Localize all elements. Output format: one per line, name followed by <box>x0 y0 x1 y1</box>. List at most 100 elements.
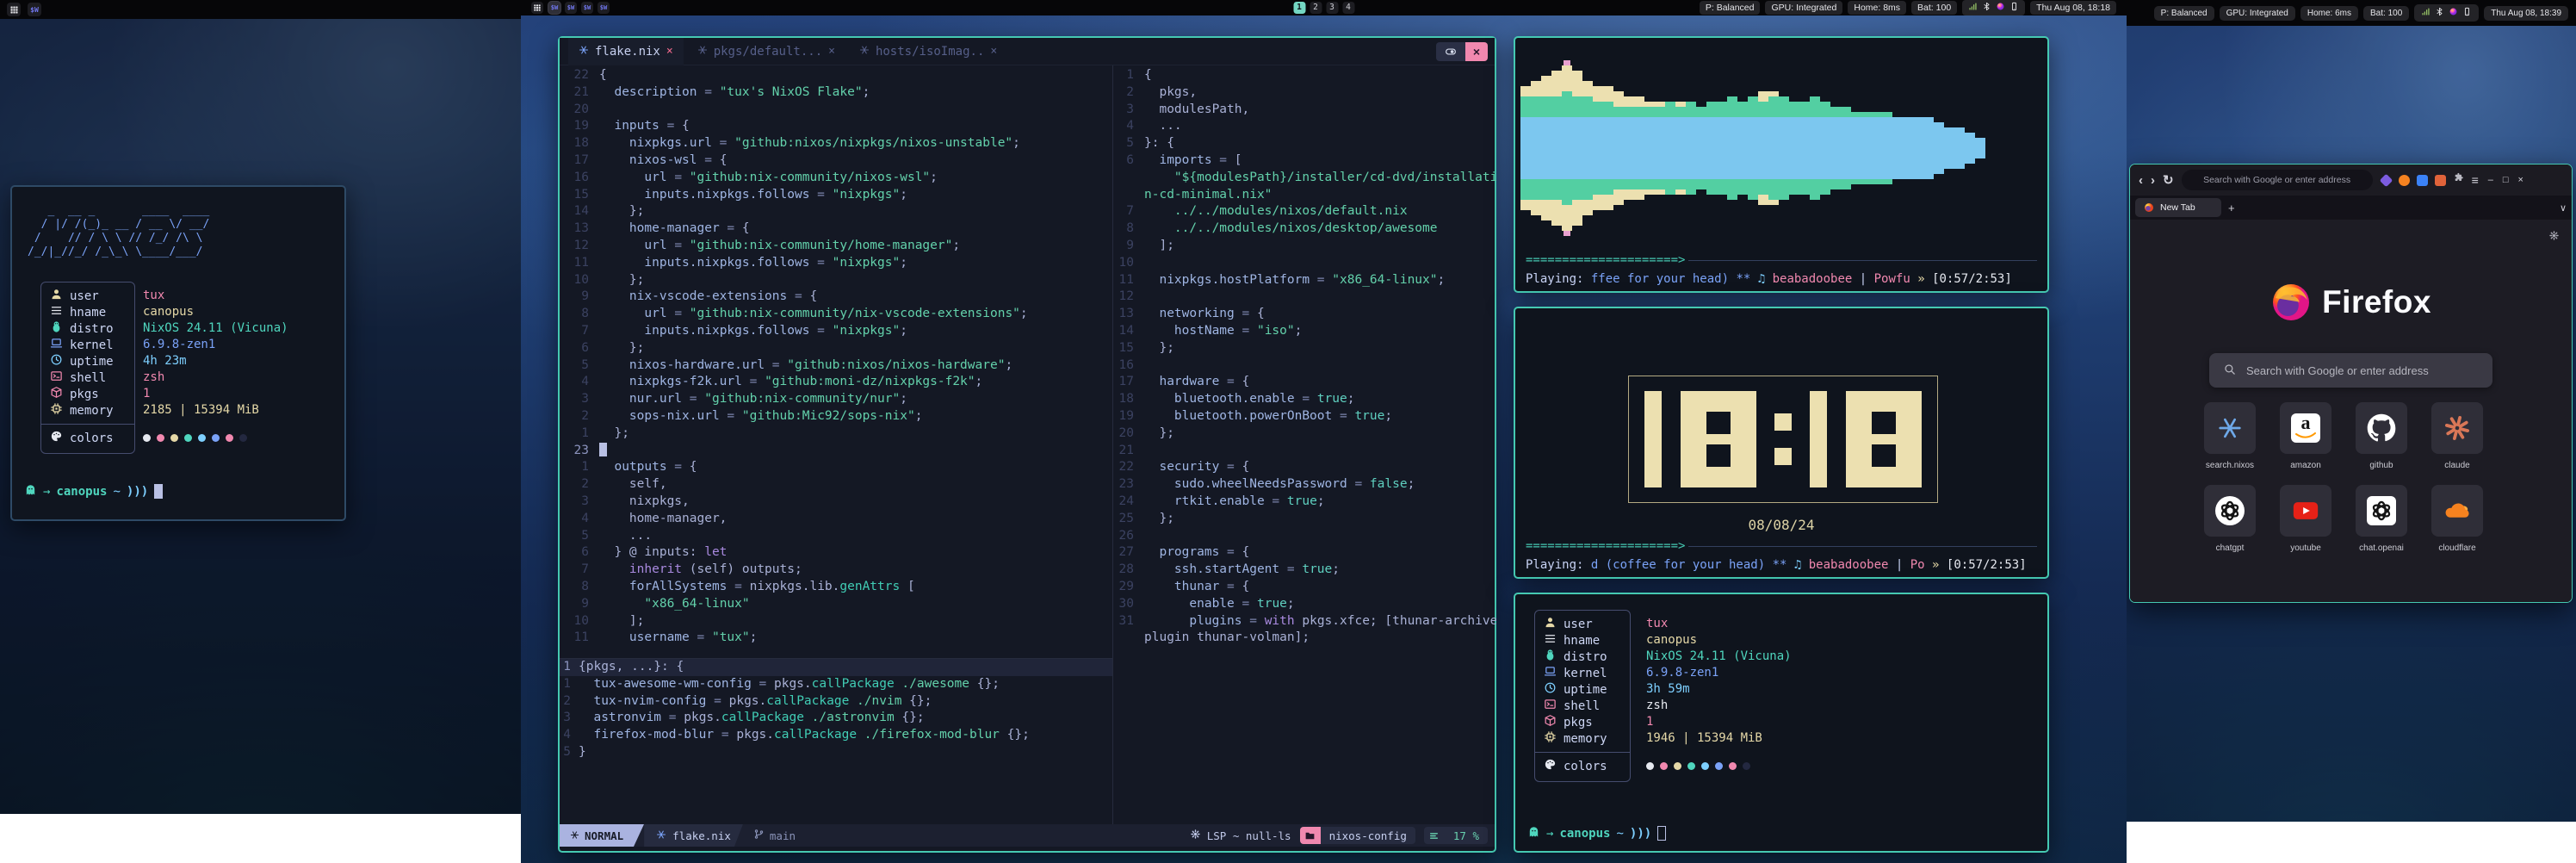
tile-chatgpt[interactable]: chatgpt <box>2204 485 2256 568</box>
tile-chat-openai[interactable]: chat.openai <box>2356 485 2407 568</box>
wezterm-taskbar-icon[interactable]: $W <box>581 2 593 14</box>
code-row: 8 ../../modules/nixos/desktop/awesome <box>1113 220 1496 238</box>
code-text: }; <box>599 340 644 357</box>
code-text: tux-awesome-wm-config = pkgs.callPackage… <box>579 676 1000 693</box>
code-text: }; <box>1144 425 1174 443</box>
editor-pane-iso[interactable]: 1{2 pkgs,3 modulesPath,4 ...5}: {6 impor… <box>1113 67 1496 824</box>
newtab-search[interactable]: Search with Google or enter address <box>2209 353 2492 388</box>
tab-close-icon[interactable]: × <box>828 45 835 58</box>
tab-close-icon[interactable]: × <box>666 45 673 58</box>
device-icon[interactable] <box>2009 2 2019 14</box>
media-icon[interactable] <box>1996 2 2005 14</box>
left-terminal-window[interactable]: _ __ _ ____ ____ / |/ /(_)_ __ / __ \/ _… <box>10 185 346 521</box>
package-icon <box>1544 714 1557 731</box>
fetch-row: user <box>41 288 134 304</box>
wezterm-taskbar-icon[interactable]: $W <box>28 3 41 16</box>
bluetooth-icon[interactable] <box>1982 2 1991 14</box>
close-button[interactable]: × <box>2518 175 2523 185</box>
line-number: 4 <box>1113 118 1144 135</box>
media-icon[interactable] <box>2449 7 2458 19</box>
line-number: 17 <box>1113 374 1144 391</box>
tab-hosts-isoImag-[interactable]: hosts/isoImag..× <box>849 38 1007 65</box>
cava-window[interactable]: =====================> Playing: ffee for… <box>1514 36 2049 293</box>
tile-search-nixos[interactable]: search.nixos <box>2204 402 2256 485</box>
song-segment: ffee for your head) <box>1591 272 1737 286</box>
line-number <box>1113 187 1144 204</box>
code-text: security = { <box>1144 459 1249 476</box>
close-window-button[interactable]: × <box>1465 42 1488 61</box>
clock-window[interactable]: 08/08/24 =====================> Playing:… <box>1514 307 2049 579</box>
code-row: 11 username = "tux"; <box>560 630 1112 647</box>
app-launcher-icon[interactable] <box>531 2 543 14</box>
code-text: }; <box>599 272 644 289</box>
tile-youtube[interactable]: youtube <box>2280 485 2331 568</box>
extension-orange-crescent-icon[interactable] <box>2399 175 2410 186</box>
tab-flake-nix[interactable]: flake.nix× <box>568 38 684 65</box>
extension-orange-icon[interactable] <box>2435 175 2446 186</box>
shell-prompt[interactable]: →canopus~))) <box>1527 825 1666 841</box>
song-segment: ♫ <box>1758 272 1773 286</box>
new-tab-button[interactable]: + <box>2228 202 2235 214</box>
code-row: 7 ../../modules/nixos/default.nix <box>1113 203 1496 220</box>
tile-label: amazon <box>2290 461 2321 470</box>
digital-clock <box>1628 376 1938 503</box>
screen-center: $W$W$W$W 1234 P: BalancedGPU: Integrated… <box>521 0 2127 863</box>
menu-icon[interactable]: ≡ <box>2472 173 2479 187</box>
device-icon[interactable] <box>2462 7 2472 19</box>
workspace-1[interactable]: 1 <box>1293 2 1305 14</box>
maximize-button[interactable]: □ <box>2503 175 2509 185</box>
extension-blue-icon[interactable] <box>2417 175 2428 186</box>
forward-button[interactable]: › <box>2151 173 2155 188</box>
tab-close-icon[interactable]: × <box>990 45 997 58</box>
system-tray[interactable] <box>2414 4 2479 22</box>
url-bar[interactable]: Search with Google or enter address <box>2182 170 2373 190</box>
wezterm-taskbar-icon[interactable]: $W <box>565 2 577 14</box>
code-text: ssh.startAgent = true; <box>1144 562 1340 579</box>
workspace-2[interactable]: 2 <box>1310 2 1322 14</box>
reload-button[interactable]: ↻ <box>2163 172 2174 188</box>
status-pill: Bat: 100 <box>1911 1 1957 15</box>
firefox-window: ‹ › ↻ Search with Google or enter addres… <box>2129 164 2573 603</box>
back-button[interactable]: ‹ <box>2139 173 2143 188</box>
tab-new-tab[interactable]: New Tab <box>2135 198 2221 217</box>
wezterm-taskbar-icon[interactable]: $W <box>548 2 560 14</box>
text-cursor[interactable] <box>154 484 163 499</box>
workspace-3[interactable]: 3 <box>1326 2 1338 14</box>
minimize-button[interactable]: – <box>2488 175 2493 185</box>
fetch-terminal-window[interactable]: userhnamedistrokerneluptimeshellpkgsmemo… <box>1514 593 2049 853</box>
extensions-puzzle-icon[interactable] <box>2453 172 2464 188</box>
line-number: 12 <box>560 238 599 255</box>
network-icon[interactable] <box>2421 7 2430 19</box>
line-number: 12 <box>1113 289 1144 306</box>
code-row: 19 bluetooth.powerOnBoot = true; <box>1113 408 1496 425</box>
network-icon[interactable] <box>1968 2 1978 14</box>
tab-pkgs-default-[interactable]: pkgs/default...× <box>687 38 845 65</box>
toggle-button[interactable] <box>1436 42 1465 61</box>
code-text: url = "github:nix-community/nixos-wsl"; <box>599 170 938 187</box>
tab-list-chevron-icon[interactable]: ∨ <box>2560 202 2567 214</box>
bluetooth-icon[interactable] <box>2435 7 2444 19</box>
tile-github[interactable]: github <box>2356 402 2407 485</box>
editor-pane-pkgs[interactable]: 1{pkgs, ...}: {1 tux-awesome-wm-config =… <box>560 659 1112 823</box>
status-pill: GPU: Integrated <box>1765 1 1842 15</box>
laptop-icon <box>1544 665 1557 682</box>
text-cursor[interactable] <box>1657 826 1666 841</box>
tile-claude[interactable]: claude <box>2431 402 2483 485</box>
clock-date: 08/08/24 <box>1515 517 2047 533</box>
extension-purple-icon[interactable] <box>2379 173 2393 187</box>
app-launcher-icon[interactable] <box>7 3 21 16</box>
code-text: } @ inputs: let <box>599 544 727 562</box>
shell-prompt[interactable]: →canopus~))) <box>24 483 163 500</box>
workspace-4[interactable]: 4 <box>1342 2 1354 14</box>
code-row: 27 programs = { <box>1113 544 1496 562</box>
editor-pane-flake[interactable]: 22{21 description = "tux's NixOS Flake";… <box>560 67 1112 658</box>
clocki-icon <box>1544 681 1557 698</box>
newtab-settings-gear-icon[interactable] <box>2548 230 2560 245</box>
audio-visualizer <box>1515 41 2047 251</box>
fetch-value: 6.9.8-zen1 <box>1646 665 1792 681</box>
tile-cloudflare[interactable]: cloudflare <box>2431 485 2483 568</box>
lines-icon <box>1424 827 1445 844</box>
wezterm-taskbar-icon[interactable]: $W <box>598 2 610 14</box>
tile-amazon[interactable]: aamazon <box>2280 402 2331 485</box>
system-tray[interactable] <box>1962 0 2025 16</box>
